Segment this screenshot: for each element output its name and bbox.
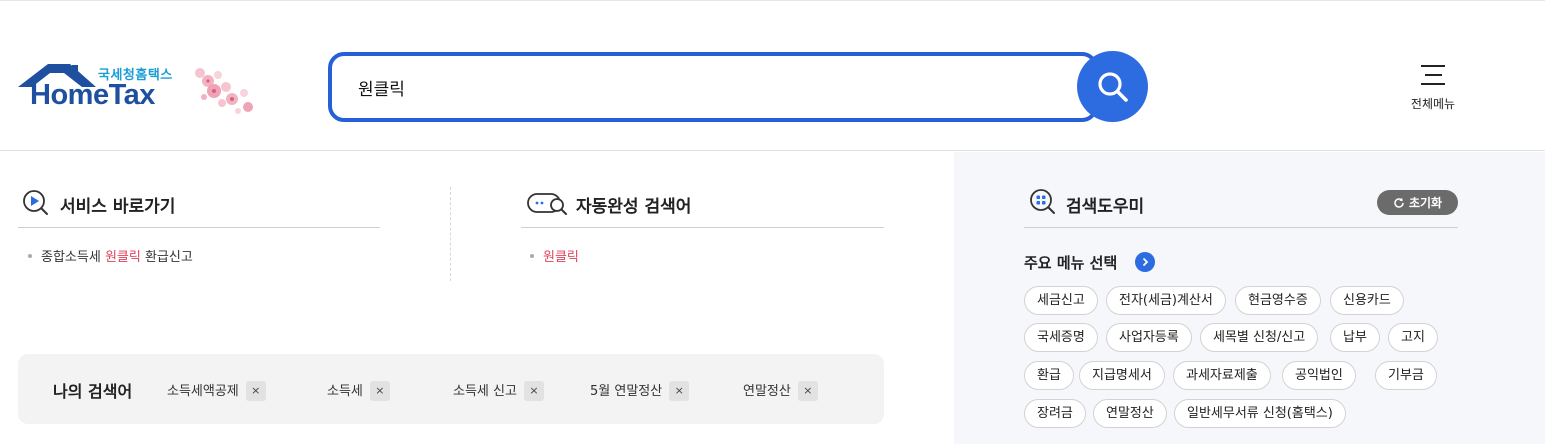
item-text: 원클릭 [543, 250, 579, 265]
menu-tag[interactable]: 국세증명 [1024, 323, 1098, 352]
all-menu-button[interactable]: 전체메뉴 [1398, 61, 1468, 116]
recent-search-chip[interactable]: 소득세액공제 × [167, 380, 266, 402]
menu-tag[interactable]: 일반세무서류 신청(홈택스) [1174, 399, 1346, 428]
divider [18, 227, 380, 228]
menu-tag[interactable]: 고지 [1388, 323, 1438, 352]
menu-tag[interactable]: 과세자료제출 [1173, 361, 1271, 390]
menu-tag[interactable]: 납부 [1330, 323, 1380, 352]
menu-tag[interactable]: 공익법인 [1282, 361, 1356, 390]
search-icon [1097, 71, 1128, 102]
search-box [328, 52, 1098, 122]
recent-search-chip[interactable]: 연말정산 × [743, 380, 818, 402]
menu-tag[interactable]: 기부금 [1375, 361, 1437, 390]
autocomplete-title: 자동완성 검색어 [576, 197, 692, 217]
bullet [530, 253, 534, 258]
vertical-divider [450, 187, 451, 281]
recent-search-chip[interactable]: 소득세 × [327, 380, 390, 402]
search-input[interactable] [358, 70, 1058, 104]
menu-tag[interactable]: 전자(세금)계산서 [1106, 286, 1226, 315]
cherry-blossom-icon [195, 68, 253, 114]
chevron-right-icon [1142, 257, 1149, 267]
menu-tag[interactable]: 연말정산 [1093, 399, 1167, 428]
chip-label: 연말정산 [743, 384, 791, 399]
autocomplete-search-icon [527, 193, 567, 215]
search-button[interactable] [1077, 51, 1148, 122]
search-helper-title: 검색도우미 [1066, 197, 1145, 217]
remove-icon[interactable]: × [369, 380, 390, 401]
my-searches-title: 나의 검색어 [53, 382, 133, 401]
reset-button[interactable]: 초기화 [1377, 190, 1458, 215]
service-shortcut-title: 서비스 바로가기 [60, 197, 176, 217]
divider [1024, 227, 1458, 228]
chip-label: 소득세액공제 [167, 384, 239, 399]
hamburger-icon [1421, 65, 1445, 85]
service-shortcut-item[interactable]: 종합소득세 원클릭 환급신고 [28, 246, 193, 265]
menu-tag[interactable]: 세목별 신청/신고 [1200, 323, 1319, 352]
menu-tag[interactable]: 사업자등록 [1106, 323, 1192, 352]
menu-tag[interactable]: 지급명세서 [1079, 361, 1165, 390]
divider [521, 227, 884, 228]
my-searches-panel: 나의 검색어 소득세액공제 × 소득세 × 소득세 신고 × 5월 연말정산 × 연말정… [18, 354, 884, 424]
recent-search-chip[interactable]: 소득세 신고 × [453, 380, 544, 402]
remove-icon[interactable]: × [523, 380, 544, 401]
chip-label: 소득세 [327, 384, 363, 399]
remove-icon[interactable]: × [245, 380, 266, 401]
bullet [28, 253, 32, 258]
grid-search-icon [1030, 189, 1055, 214]
remove-icon[interactable]: × [669, 380, 690, 401]
refresh-icon [1394, 197, 1404, 208]
autocomplete-item[interactable]: 원클릭 [530, 246, 579, 265]
recent-search-chip[interactable]: 5월 연말정산 × [590, 380, 690, 402]
all-menu-label: 전체메뉴 [1410, 97, 1456, 111]
menu-tag[interactable]: 현금영수증 [1235, 286, 1321, 315]
main-menu-select-title: 주요 메뉴 선택 [1024, 254, 1118, 272]
menu-tag[interactable]: 장려금 [1024, 399, 1086, 428]
item-highlight: 원클릭 [104, 250, 141, 265]
item-text: 환급신고 [140, 250, 193, 265]
reset-label: 초기화 [1408, 196, 1443, 210]
item-text: 종합소득세 [41, 250, 105, 265]
menu-tag[interactable]: 환급 [1024, 361, 1074, 390]
chip-label: 5월 연말정산 [590, 384, 663, 399]
chip-label: 소득세 신고 [453, 384, 517, 399]
hometax-logo[interactable]: 국세청홈택스 HomeTax [18, 61, 263, 121]
main-menu-arrow-button[interactable] [1135, 252, 1155, 272]
search-helper-panel: 검색도우미 초기화 주요 메뉴 선택 세금신고 전자(세금)계산서 현금영수증 … [954, 152, 1545, 444]
play-search-icon [23, 190, 48, 215]
logo-english-text: HomeTax [30, 79, 155, 111]
menu-tag[interactable]: 세금신고 [1024, 286, 1098, 315]
header: 국세청홈택스 HomeTax 원클릭 전체메뉴 [0, 1, 1545, 151]
menu-tag[interactable]: 신용카드 [1330, 286, 1404, 315]
remove-icon[interactable]: × [797, 380, 818, 401]
